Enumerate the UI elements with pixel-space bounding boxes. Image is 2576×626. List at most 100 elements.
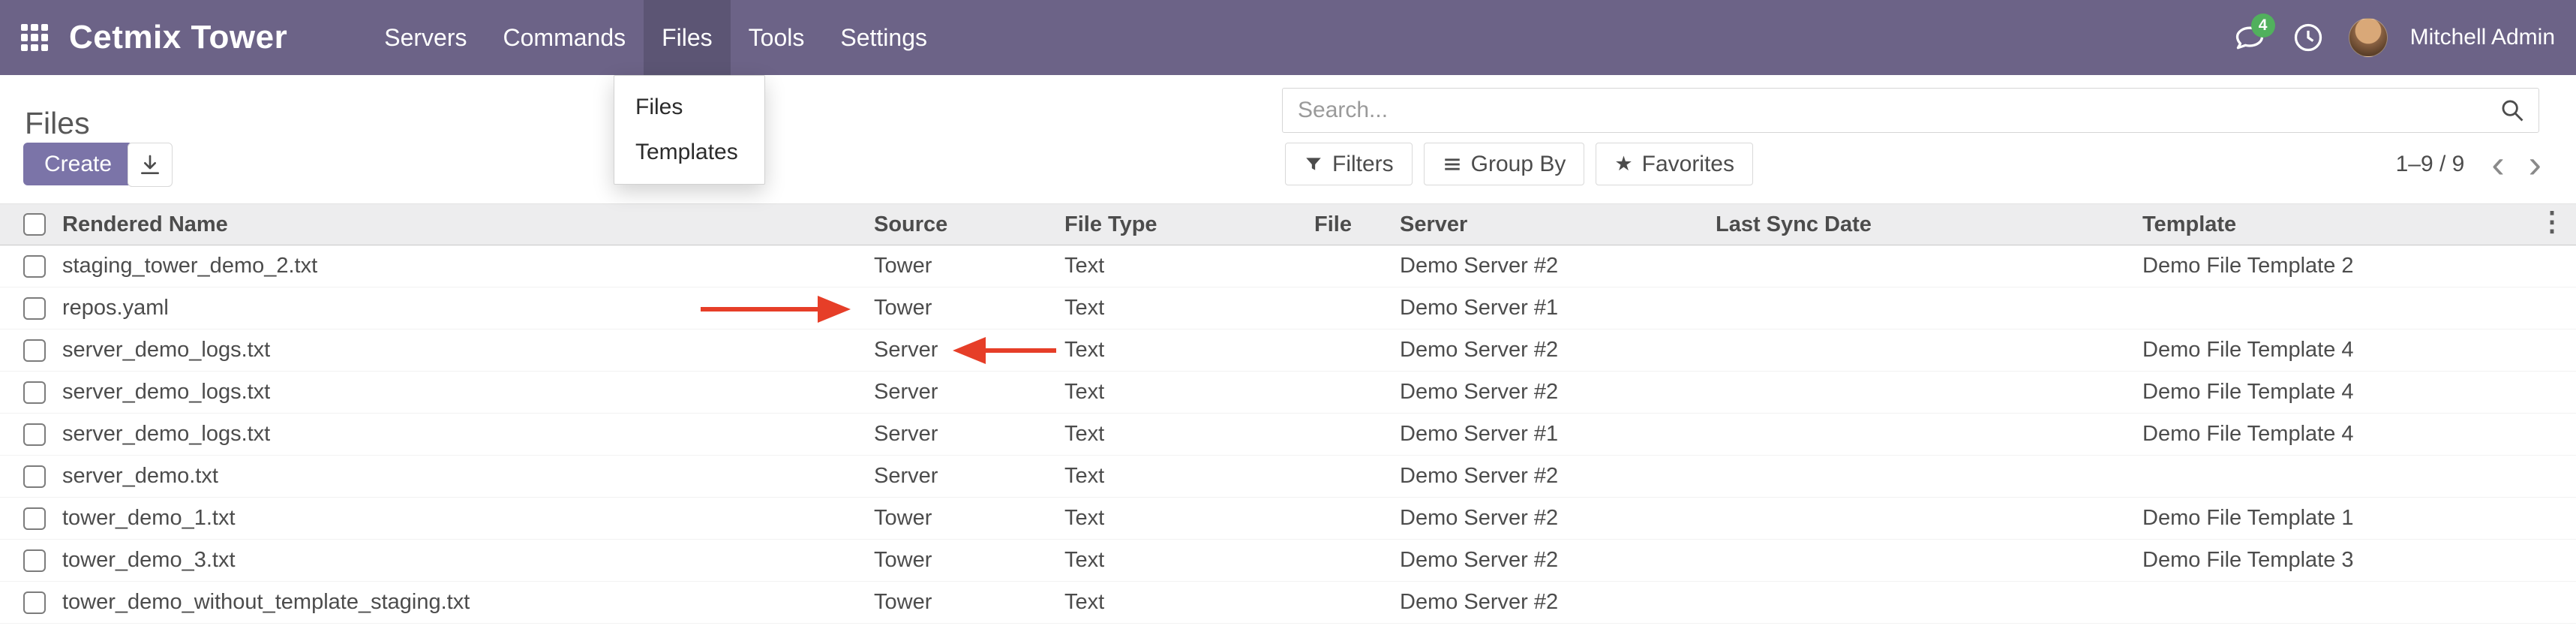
export-button[interactable]	[128, 143, 173, 187]
menu-item-servers[interactable]: Servers	[366, 0, 485, 75]
top-navbar: Cetmix Tower Servers Commands Files Tool…	[0, 0, 2576, 75]
table-row[interactable]: tower_demo_1.txt Tower Text Demo Server …	[0, 498, 2576, 540]
cell-file	[1302, 414, 1387, 456]
cell-server: Demo Server #2	[1387, 372, 1703, 414]
row-checkbox[interactable]	[23, 549, 46, 572]
cell-source: Tower	[861, 582, 1052, 624]
favorites-button[interactable]: ★ Favorites	[1596, 143, 1753, 185]
column-rendered-name[interactable]: Rendered Name	[50, 204, 861, 245]
cell-file-type: Text	[1052, 245, 1302, 287]
activities-clock-icon[interactable]	[2290, 20, 2326, 56]
menu-item-files[interactable]: Files	[644, 0, 731, 75]
row-checkbox[interactable]	[23, 591, 46, 614]
cell-source: Server	[861, 372, 1052, 414]
cell-file	[1302, 330, 1387, 372]
cell-rendered-name: server_demo_logs.txt	[50, 372, 861, 414]
dropdown-item-files[interactable]: Files	[614, 85, 764, 130]
navbar-right: 4 Mitchell Admin	[2232, 18, 2555, 57]
column-file[interactable]: File	[1302, 204, 1387, 245]
app-window: Cetmix Tower Servers Commands Files Tool…	[0, 0, 2576, 626]
user-name[interactable]: Mitchell Admin	[2410, 25, 2555, 50]
cell-last-sync-date	[1703, 456, 2130, 498]
column-server[interactable]: Server	[1387, 204, 1703, 245]
select-all-checkbox[interactable]	[23, 213, 46, 236]
table-row[interactable]: server_demo_logs.txt Server Text Demo Se…	[0, 330, 2576, 372]
search-controls: Filters Group By ★ Favorites	[1285, 143, 1753, 185]
cell-source: Tower	[861, 287, 1052, 330]
cell-file-type: Text	[1052, 456, 1302, 498]
pager-next-icon[interactable]: ›	[2517, 146, 2553, 183]
row-select-cell	[0, 540, 50, 582]
user-avatar[interactable]	[2349, 18, 2388, 57]
cell-last-sync-date	[1703, 287, 2130, 330]
cell-file-type: Text	[1052, 414, 1302, 456]
cell-source: Tower	[861, 245, 1052, 287]
table-row[interactable]: repos.yaml Tower Text Demo Server #1	[0, 287, 2576, 330]
cell-file	[1302, 372, 1387, 414]
dropdown-item-templates[interactable]: Templates	[614, 130, 764, 175]
search-input[interactable]	[1296, 97, 2499, 124]
main-menu: Servers Commands Files Tools Settings	[366, 0, 945, 75]
cell-rendered-name: staging_tower_demo_2.txt	[50, 245, 861, 287]
row-checkbox[interactable]	[23, 423, 46, 446]
cell-file	[1302, 540, 1387, 582]
cell-file	[1302, 287, 1387, 330]
cell-server: Demo Server #2	[1387, 456, 1703, 498]
cell-last-sync-date	[1703, 245, 2130, 287]
row-select-cell	[0, 456, 50, 498]
row-checkbox[interactable]	[23, 381, 46, 404]
row-checkbox[interactable]	[23, 339, 46, 362]
cell-file-type: Text	[1052, 330, 1302, 372]
row-checkbox[interactable]	[23, 507, 46, 530]
cell-file	[1302, 498, 1387, 540]
table-row[interactable]: tower_demo_3.txt Tower Text Demo Server …	[0, 540, 2576, 582]
cell-template: Demo File Template 2	[2130, 245, 2576, 287]
favorites-label: Favorites	[1642, 152, 1734, 177]
menu-item-settings[interactable]: Settings	[822, 0, 945, 75]
cell-last-sync-date	[1703, 372, 2130, 414]
table-row[interactable]: server_demo.txt Server Text Demo Server …	[0, 456, 2576, 498]
row-select-cell	[0, 582, 50, 624]
table-row[interactable]: server_demo_logs.txt Server Text Demo Se…	[0, 372, 2576, 414]
cell-server: Demo Server #2	[1387, 582, 1703, 624]
row-checkbox[interactable]	[23, 465, 46, 488]
column-last-sync-date[interactable]: Last Sync Date	[1703, 204, 2130, 245]
create-button[interactable]: Create	[23, 143, 133, 185]
column-source[interactable]: Source	[861, 204, 1052, 245]
row-select-cell	[0, 287, 50, 330]
messages-icon[interactable]: 4	[2232, 20, 2268, 56]
cell-last-sync-date	[1703, 498, 2130, 540]
files-table-body: staging_tower_demo_2.txt Tower Text Demo…	[0, 245, 2576, 624]
cell-last-sync-date	[1703, 414, 2130, 456]
table-row[interactable]: staging_tower_demo_2.txt Tower Text Demo…	[0, 245, 2576, 287]
search-box	[1282, 88, 2539, 133]
cell-rendered-name: tower_demo_3.txt	[50, 540, 861, 582]
group-by-button[interactable]: Group By	[1424, 143, 1585, 185]
apps-grid-icon[interactable]	[21, 24, 48, 51]
column-file-type[interactable]: File Type	[1052, 204, 1302, 245]
menu-item-tools[interactable]: Tools	[731, 0, 823, 75]
table-row[interactable]: server_demo_logs.txt Server Text Demo Se…	[0, 414, 2576, 456]
table-row[interactable]: tower_demo_without_template_staging.txt …	[0, 582, 2576, 624]
cell-rendered-name: tower_demo_1.txt	[50, 498, 861, 540]
cell-server: Demo Server #2	[1387, 330, 1703, 372]
pager-range[interactable]: 1–9 / 9	[2396, 152, 2465, 177]
cell-template: Demo File Template 3	[2130, 540, 2576, 582]
row-select-cell	[0, 245, 50, 287]
filter-icon	[1304, 155, 1323, 174]
table-header-row: Rendered Name Source File Type File Serv…	[0, 204, 2576, 245]
row-select-cell	[0, 498, 50, 540]
optional-columns-icon[interactable]: ⋮	[2538, 208, 2565, 235]
cell-template: Demo File Template 4	[2130, 414, 2576, 456]
cell-template: Demo File Template 1	[2130, 498, 2576, 540]
row-checkbox[interactable]	[23, 255, 46, 278]
row-checkbox[interactable]	[23, 297, 46, 320]
menu-item-commands[interactable]: Commands	[485, 0, 644, 75]
pager-previous-icon[interactable]: ‹	[2479, 146, 2516, 183]
files-menu-dropdown: Files Templates	[614, 75, 765, 185]
filters-label: Filters	[1332, 152, 1394, 177]
filters-button[interactable]: Filters	[1285, 143, 1413, 185]
cell-rendered-name: server_demo_logs.txt	[50, 414, 861, 456]
search-icon[interactable]	[2499, 98, 2525, 123]
column-template[interactable]: Template	[2130, 204, 2576, 245]
